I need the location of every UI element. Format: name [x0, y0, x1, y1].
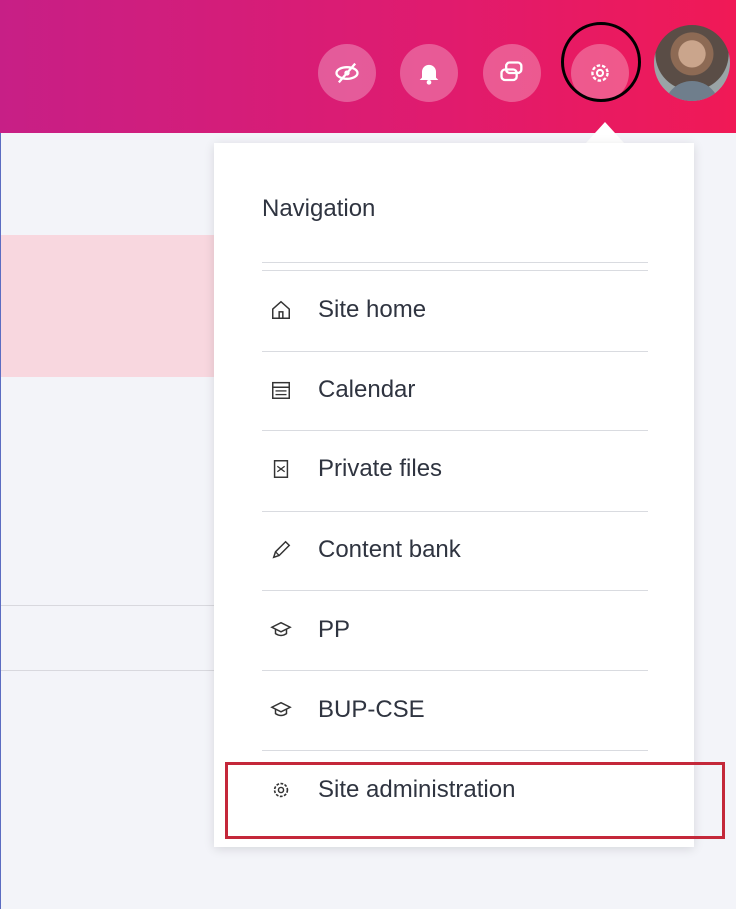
separator — [262, 750, 648, 751]
chat-icon — [500, 61, 523, 82]
menu-item-label: Private files — [318, 455, 443, 482]
eye-off-icon — [335, 62, 359, 84]
notifications-button[interactable] — [400, 44, 458, 102]
file-icon — [270, 454, 310, 484]
bell-icon — [419, 64, 439, 85]
messages-button[interactable] — [483, 44, 541, 102]
menu-item-content-bank[interactable]: Content bank — [262, 514, 648, 586]
separator — [262, 430, 648, 431]
highlight-band — [1, 235, 225, 377]
dropdown-heading: Navigation — [262, 195, 376, 222]
avatar-photo — [664, 81, 720, 101]
top-header — [0, 0, 736, 133]
menu-item-bup-cse[interactable]: BUP-CSE — [262, 674, 648, 746]
avatar[interactable] — [654, 25, 730, 101]
menu-item-calendar[interactable]: Calendar — [262, 354, 648, 426]
menu-item-label: Site home — [318, 296, 427, 323]
separator — [262, 262, 648, 263]
pencil-icon — [270, 535, 310, 565]
menu-item-private-files[interactable]: Private files — [262, 433, 648, 505]
graduation-cap-icon — [270, 615, 310, 645]
dropdown-caret — [585, 122, 625, 144]
calendar-icon — [270, 375, 310, 405]
content-divider — [1, 605, 225, 606]
menu-item-label: Calendar — [318, 376, 416, 403]
menu-item-site-home[interactable]: Site home — [262, 274, 648, 346]
site-administration-highlight-box — [225, 762, 725, 839]
separator — [262, 351, 648, 352]
menu-item-label: BUP-CSE — [318, 696, 425, 723]
hide-blocks-button[interactable] — [318, 44, 376, 102]
separator — [262, 270, 648, 271]
content-divider — [1, 670, 225, 671]
separator — [262, 511, 648, 512]
home-icon — [270, 295, 310, 325]
menu-item-label: Content bank — [318, 536, 461, 563]
separator — [262, 670, 648, 671]
separator — [262, 590, 648, 591]
menu-item-label: PP — [318, 616, 351, 643]
graduation-cap-icon — [270, 695, 310, 725]
settings-highlight-circle — [561, 22, 641, 102]
menu-item-pp[interactable]: PP — [262, 594, 648, 666]
